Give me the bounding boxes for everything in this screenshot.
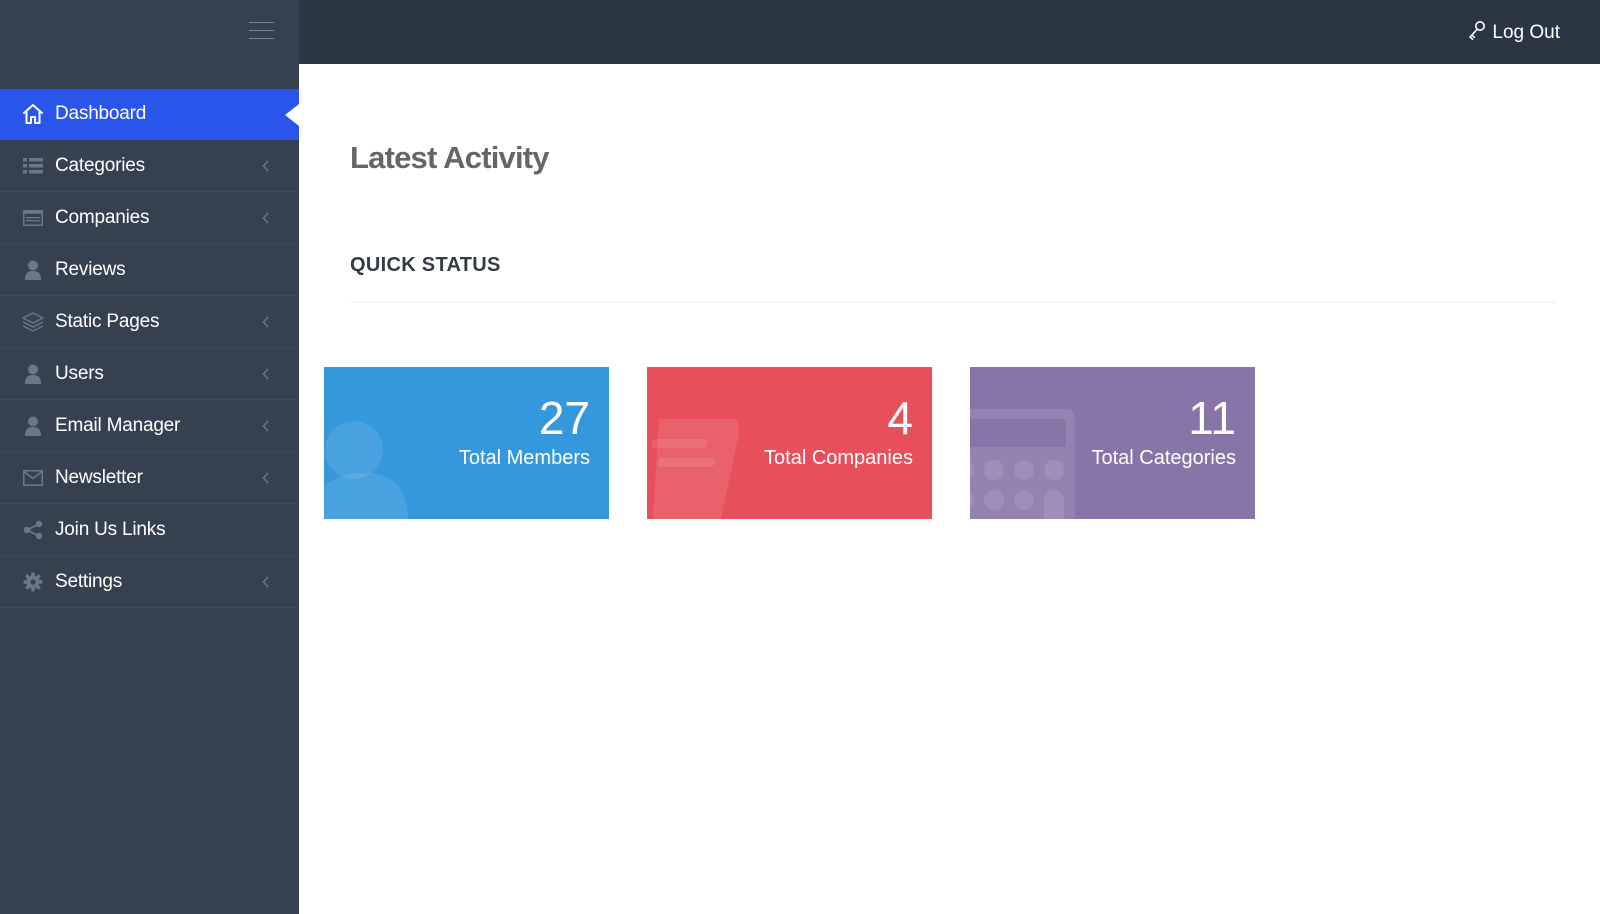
stat-number: 11	[1188, 392, 1236, 444]
sidebar-item-companies[interactable]: Companies	[0, 192, 299, 244]
chevron-left-icon	[257, 417, 275, 435]
sidebar-item-label: Dashboard	[55, 103, 147, 124]
sidebar-item-categories[interactable]: Categories	[0, 140, 299, 192]
logout-label: Log Out	[1492, 21, 1560, 43]
stat-tile-members[interactable]: 27 Total Members	[324, 367, 609, 519]
key-icon	[1468, 20, 1486, 45]
sidebar-item-label: Companies	[55, 206, 150, 228]
stat-label: Total Companies	[764, 447, 913, 469]
sidebar-item-label: Settings	[55, 570, 123, 592]
user-icon	[21, 414, 45, 438]
sidebar-item-label: Users	[55, 362, 104, 384]
sidebar-item-settings[interactable]: Settings	[0, 556, 299, 608]
sidebar-item-newsletter[interactable]: Newsletter	[0, 452, 299, 504]
sidebar-item-static-pages[interactable]: Static Pages	[0, 296, 299, 348]
section-divider	[350, 302, 1556, 303]
layers-icon	[21, 310, 45, 334]
envelope-icon	[21, 466, 45, 490]
logout-button[interactable]: Log Out	[1468, 20, 1560, 45]
chevron-left-icon	[257, 365, 275, 383]
chevron-left-icon	[257, 209, 275, 227]
home-icon	[21, 102, 45, 126]
sidebar-item-users[interactable]: Users	[0, 348, 299, 400]
user-icon	[21, 362, 45, 386]
share-icon	[21, 518, 45, 542]
sidebar-header	[0, 0, 299, 64]
chevron-left-icon	[257, 157, 275, 175]
list-icon	[21, 154, 45, 178]
gear-icon	[21, 570, 45, 594]
main-content: Latest Activity QUICK STATUS 27 Total Me…	[299, 64, 1600, 914]
card-icon	[21, 206, 45, 230]
sidebar-item-label: Static Pages	[55, 310, 160, 332]
page-title: Latest Activity	[350, 140, 550, 175]
sidebar-item-label: Email Manager	[55, 414, 181, 436]
chevron-left-icon	[257, 469, 275, 487]
stat-label: Total Members	[458, 447, 590, 469]
stat-number: 4	[887, 392, 913, 444]
sidebar-item-label: Reviews	[55, 258, 126, 280]
sidebar-item-join-us-links[interactable]: Join Us Links	[0, 504, 299, 556]
sidebar-item-label: Join Us Links	[55, 518, 166, 540]
sidebar-item-reviews[interactable]: Reviews	[0, 244, 299, 296]
hamburger-icon[interactable]	[249, 22, 274, 40]
sidebar-item-label: Newsletter	[55, 466, 143, 488]
sidebar: Dashboard Categories Companies Reviews S…	[0, 0, 299, 914]
sidebar-item-dashboard[interactable]: Dashboard	[0, 89, 299, 140]
sidebar-item-email-manager[interactable]: Email Manager	[0, 400, 299, 452]
user-icon	[21, 258, 45, 282]
chevron-left-icon	[257, 313, 275, 331]
stat-label: Total Categories	[1091, 447, 1236, 469]
section-title: QUICK STATUS	[350, 254, 501, 276]
sidebar-nav: Dashboard Categories Companies Reviews S…	[0, 89, 299, 608]
stat-tile-companies[interactable]: 4 Total Companies	[647, 367, 932, 519]
sidebar-item-label: Categories	[55, 154, 145, 176]
top-header: Log Out	[299, 0, 1600, 64]
stat-number: 27	[538, 392, 590, 444]
chevron-left-icon	[257, 573, 275, 591]
stat-tile-categories[interactable]: 11 Total Categories	[970, 367, 1255, 519]
